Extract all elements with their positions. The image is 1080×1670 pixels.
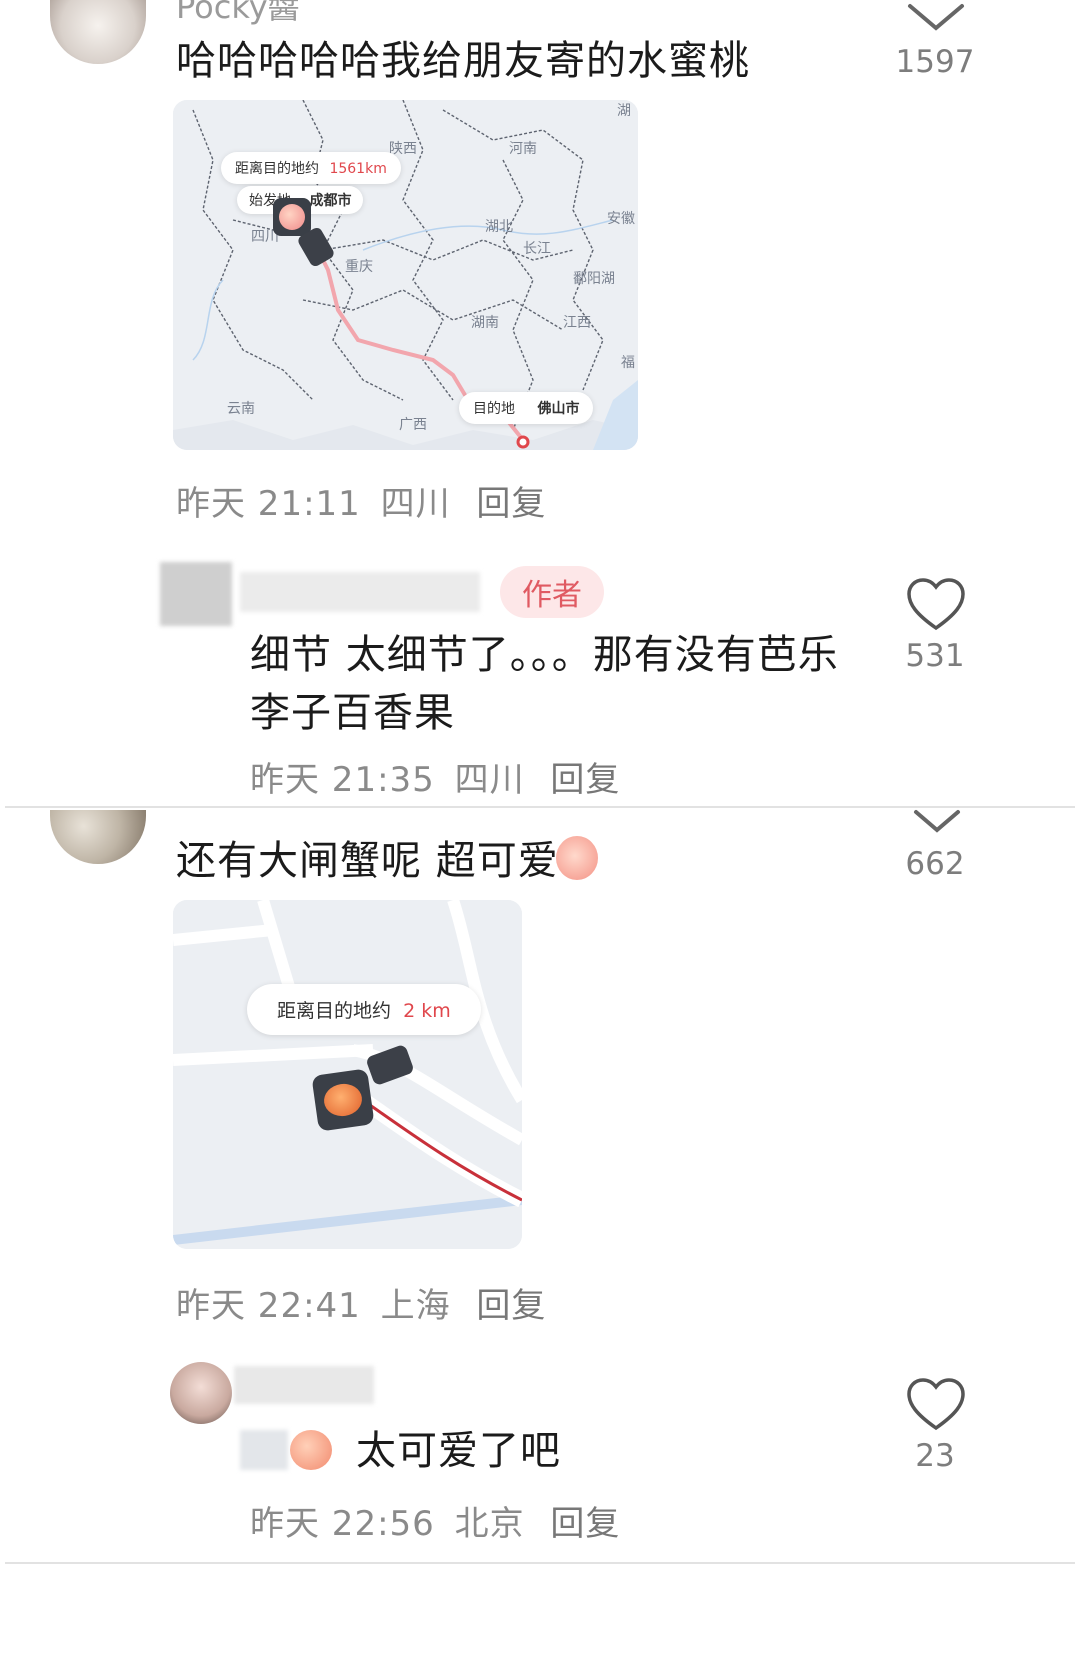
comment-location-2: 四川 — [454, 760, 525, 800]
comment-time-4: 昨天 22:56 — [250, 1504, 435, 1544]
collapse-chevron-icon[interactable] — [904, 0, 968, 34]
reply-button-3[interactable]: 回复 — [476, 1286, 546, 1326]
comment-text-4: 太可爱了吧 — [356, 1428, 561, 1474]
comment-text-2: 细节 太细节了。。。那有没有芭乐李子百香果 — [250, 632, 839, 736]
map-prov-yunnan: 云南 — [227, 401, 255, 417]
comment-time-2: 昨天 21:35 — [250, 760, 435, 800]
comment-text-1: 哈哈哈哈哈我给朋友寄的水蜜桃 — [176, 38, 750, 84]
like-count-4: 23 — [915, 1438, 955, 1474]
comment-location-1: 四川 — [380, 484, 451, 524]
map-prov-changjiang: 长江 — [523, 241, 551, 257]
comment-meta-3: 昨天 22:41 上海 回复 — [176, 1278, 546, 1327]
crab-marker-icon — [311, 1068, 375, 1132]
username-blurred-2[interactable] — [240, 572, 480, 612]
avatar-blurred-2[interactable] — [160, 562, 232, 626]
map-prov-henan: 河南 — [509, 141, 537, 157]
distance-value-2: 2 km — [403, 1000, 451, 1022]
peach-marker-icon — [273, 198, 311, 236]
avatar-cat[interactable] — [50, 0, 146, 64]
map-prov-fu: 福 — [621, 355, 635, 371]
username-1[interactable]: Pocky醬 — [176, 0, 300, 28]
map-distance-label-2: 距离目的地约 2 km — [247, 984, 481, 1035]
peach-fruit-icon — [290, 1430, 332, 1470]
avatar-blurred-4[interactable] — [170, 1362, 232, 1424]
like-heart-icon-2[interactable] — [906, 576, 966, 632]
comment-text-3: 还有大闸蟹呢 超可爱 — [176, 838, 559, 884]
like-count-2: 531 — [905, 638, 965, 674]
map-distance-label: 距离目的地约 1561km — [221, 152, 401, 184]
dest-city: 佛山市 — [537, 401, 580, 417]
avatar-cats[interactable] — [50, 810, 146, 864]
dest-label-text: 目的地 — [473, 401, 515, 417]
emoji-blurred-4 — [240, 1430, 288, 1470]
map-dest-label: 目的地 佛山市 — [459, 392, 594, 424]
distance-label-text-2: 距离目的地约 — [277, 1000, 392, 1022]
author-tag: 作者 — [500, 566, 604, 618]
distance-value: 1561km — [329, 161, 387, 177]
like-count-1: 1597 — [895, 44, 975, 80]
map-prov-hubei: 湖北 — [485, 219, 513, 235]
comment-location-3: 上海 — [380, 1286, 451, 1326]
map-prov-guangxi: 广西 — [399, 417, 427, 433]
comment-location-4: 北京 — [454, 1504, 525, 1544]
distance-label-text: 距离目的地约 — [235, 161, 319, 177]
bottom-divider — [5, 1562, 1075, 1564]
comment-time-1: 昨天 21:11 — [176, 484, 361, 524]
comment-meta-2: 昨天 21:35 四川 回复 — [250, 752, 620, 801]
comment-time-3: 昨天 22:41 — [176, 1286, 361, 1326]
tracking-map-crab[interactable]: 距离目的地约 2 km — [173, 900, 522, 1249]
map-prov-hunan: 湖南 — [471, 315, 499, 331]
map-prov-hu: 湖 — [617, 103, 631, 119]
like-count-3: 662 — [905, 846, 965, 882]
comment-meta-1: 昨天 21:11 四川 回复 — [176, 476, 546, 525]
map-prov-anhui: 安徽 — [607, 211, 635, 227]
tracking-map-peach[interactable]: 陕西 河南 湖北 长江 安徽 四川 重庆 鄱阳湖 湖南 江西 福 云南 广西 湖… — [173, 100, 638, 450]
map-prov-poyanghu: 鄱阳湖 — [573, 271, 615, 287]
reply-button-4[interactable]: 回复 — [550, 1504, 620, 1544]
map-prov-chongqing: 重庆 — [345, 259, 373, 275]
origin-city: 成都市 — [309, 193, 352, 209]
collapse-chevron-icon-3[interactable] — [912, 808, 962, 834]
map-prov-jiangxi: 江西 — [563, 315, 591, 331]
username-blurred-4[interactable] — [234, 1366, 374, 1404]
comment-meta-4: 昨天 22:56 北京 回复 — [250, 1496, 620, 1545]
peach-emoji-icon — [556, 836, 598, 880]
reply-button-2[interactable]: 回复 — [550, 760, 620, 800]
like-heart-icon-4[interactable] — [906, 1376, 966, 1432]
reply-button-1[interactable]: 回复 — [476, 484, 546, 524]
